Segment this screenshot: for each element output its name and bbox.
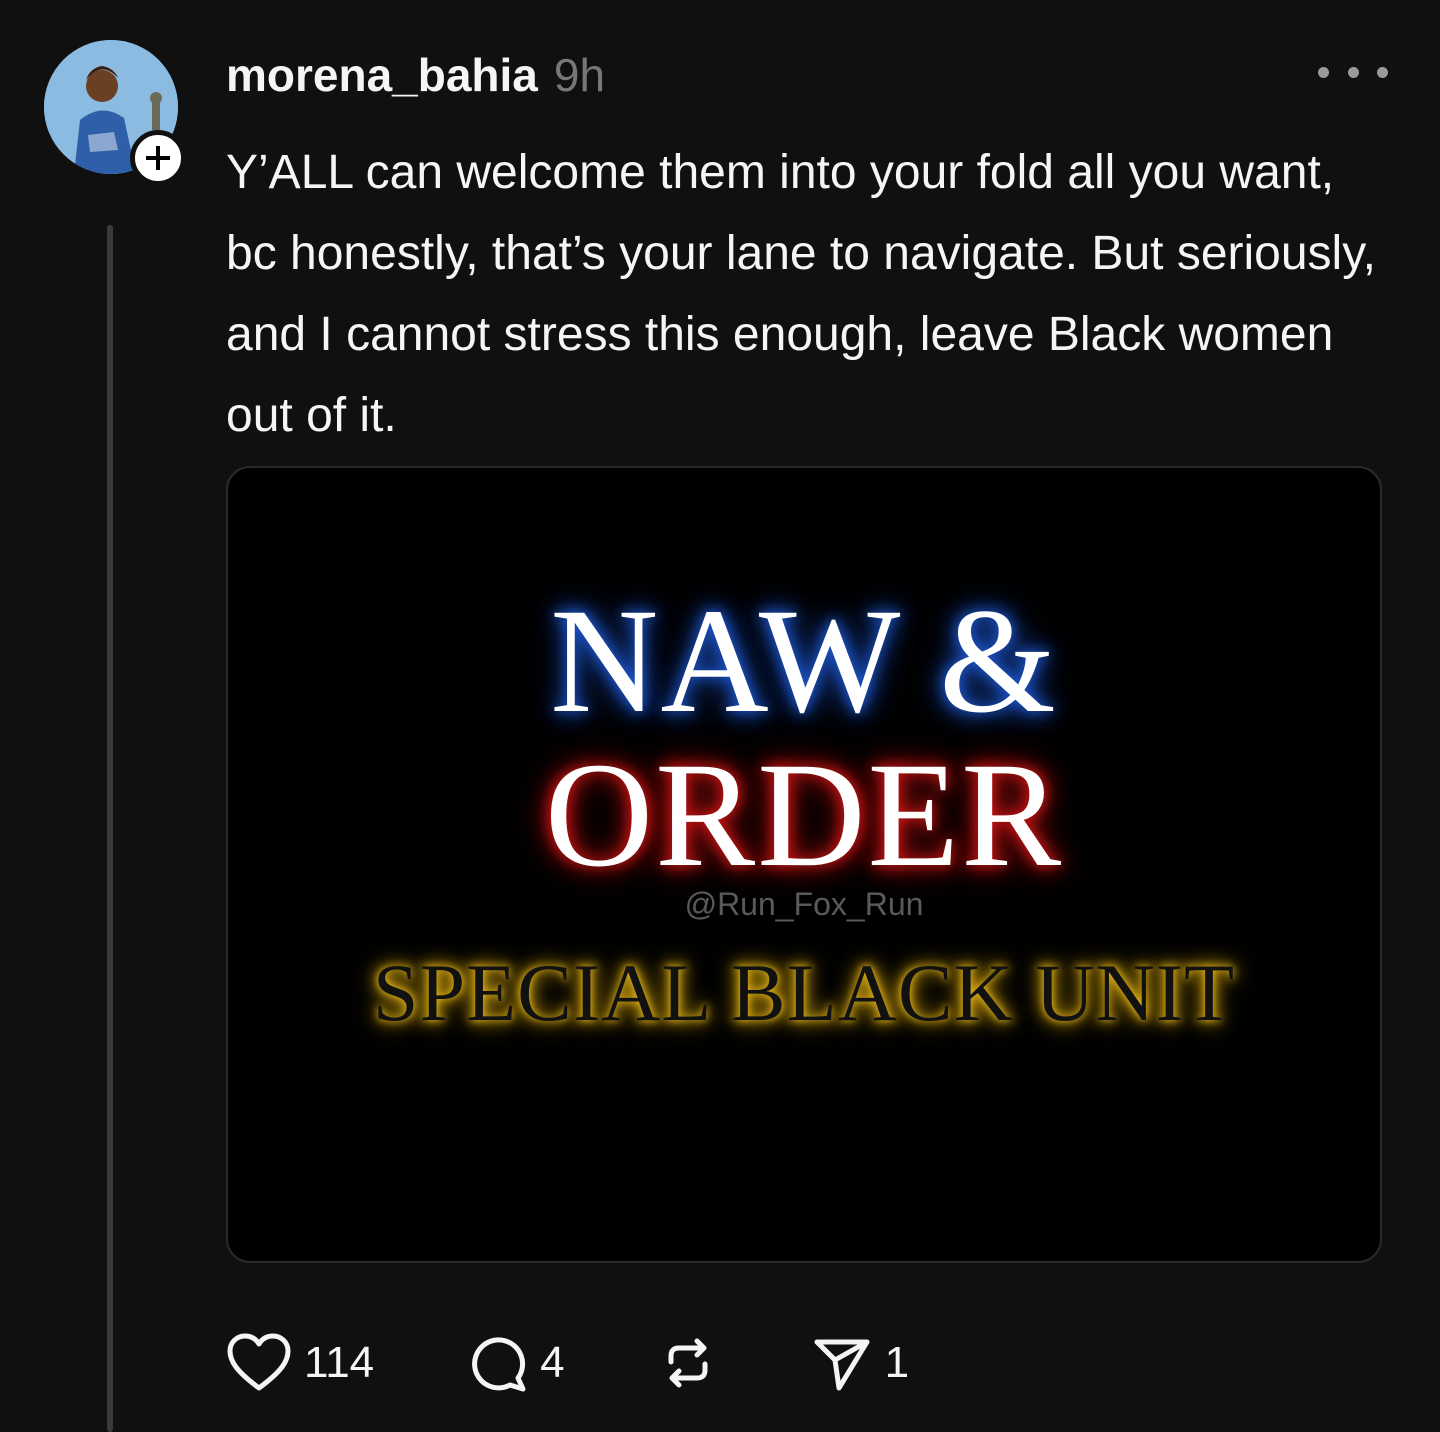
like-count: 114: [304, 1338, 375, 1387]
more-icon[interactable]: [1318, 58, 1388, 86]
post-header: morena_bahia 9h: [226, 48, 605, 104]
post-actions: 114 4 1: [226, 1330, 909, 1396]
reply-count: 4: [540, 1338, 565, 1387]
comment-icon: [472, 1337, 526, 1392]
post-image[interactable]: NAW & ORDER @Run_Fox_Run SPECIAL BLACK U…: [226, 466, 1382, 1263]
share-count: 1: [884, 1338, 910, 1387]
share-button[interactable]: 1: [811, 1332, 909, 1394]
reply-button[interactable]: 4: [466, 1332, 565, 1394]
repost-icon: [668, 1338, 708, 1388]
plus-icon: [146, 146, 170, 170]
repost-button[interactable]: [657, 1332, 719, 1394]
image-subtitle: SPECIAL BLACK UNIT: [372, 947, 1236, 1038]
send-icon: [814, 1339, 870, 1391]
heart-icon: [227, 1333, 291, 1391]
post-text: Y’ALL can welcome them into your fold al…: [226, 146, 1376, 442]
like-button[interactable]: 114: [226, 1333, 374, 1393]
image-title-line1: NAW &: [550, 578, 1058, 744]
image-watermark: @Run_Fox_Run: [684, 886, 924, 922]
thread-line: [107, 225, 113, 1432]
image-title-line2: ORDER: [544, 732, 1064, 898]
username[interactable]: morena_bahia: [226, 48, 538, 102]
post-time: 9h: [553, 49, 606, 101]
follow-button[interactable]: [130, 130, 186, 186]
